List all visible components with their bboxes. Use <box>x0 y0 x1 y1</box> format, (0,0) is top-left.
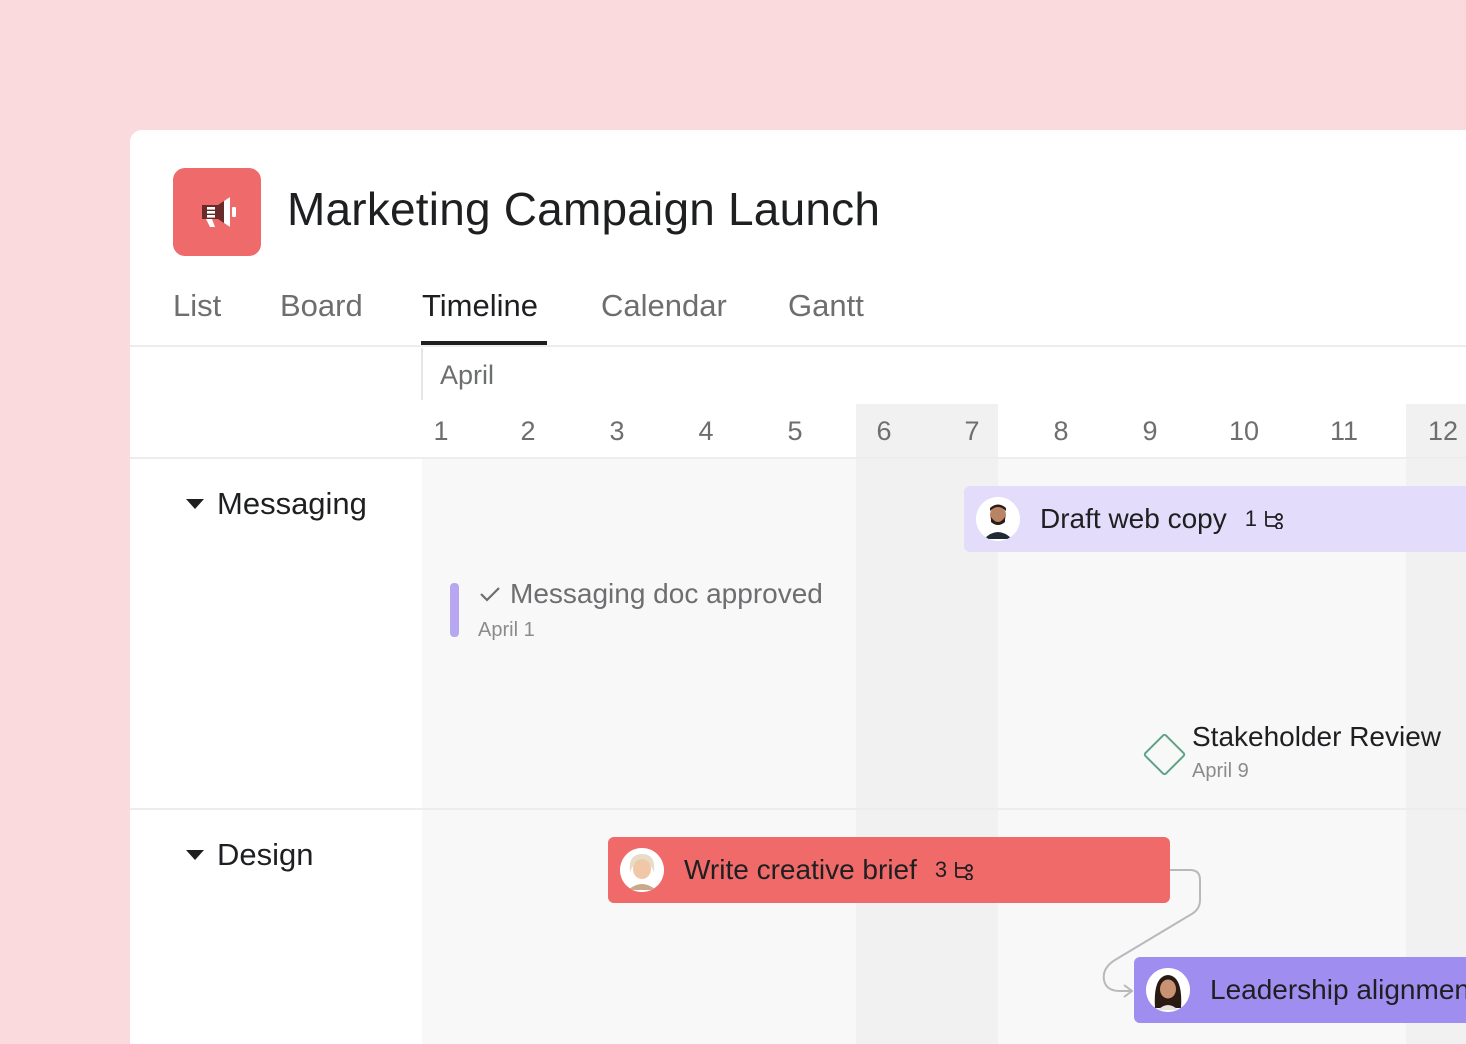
task-title: Draft web copy <box>1040 503 1227 534</box>
task-title: Leadership alignment <box>1210 974 1466 1005</box>
subtask-icon <box>1265 511 1283 529</box>
avatar[interactable] <box>1146 968 1190 1012</box>
person-avatar-icon <box>620 848 664 892</box>
task-bar-draft-web-copy[interactable]: Draft web copy 1 <box>964 486 1466 552</box>
avatar[interactable] <box>620 848 664 892</box>
task-bar-write-creative-brief[interactable]: Write creative brief 3 <box>608 837 1170 903</box>
day-label: 12 <box>1427 416 1459 446</box>
day-label: 9 <box>1142 416 1158 446</box>
tab-timeline[interactable]: Timeline <box>422 288 538 324</box>
project-panel: Marketing Campaign Launch List Board Tim… <box>130 130 1466 1044</box>
milestone-marker <box>450 583 459 637</box>
task-bar-leadership-alignment[interactable]: Leadership alignment <box>1134 957 1466 1023</box>
month-divider <box>421 348 423 400</box>
milestone-messaging-doc[interactable]: Messaging doc approved <box>478 578 823 610</box>
group-divider <box>130 808 1466 810</box>
day-label: 8 <box>1053 416 1069 446</box>
subtask-count: 1 <box>1245 506 1285 532</box>
milestone-date: April 9 <box>1192 760 1249 782</box>
person-avatar-icon <box>1146 968 1190 1012</box>
group-header-messaging[interactable]: Messaging <box>186 486 367 522</box>
day-label: 1 <box>433 416 449 446</box>
milestone-title: Messaging doc approved <box>510 578 823 609</box>
group-label: Design <box>217 837 314 872</box>
project-title: Marketing Campaign Launch <box>287 183 881 235</box>
person-avatar-icon <box>976 497 1020 541</box>
subtask-count: 3 <box>935 857 975 883</box>
day-label: 10 <box>1228 416 1260 446</box>
group-label: Messaging <box>217 486 367 521</box>
project-icon[interactable] <box>173 168 261 256</box>
day-label: 11 <box>1329 416 1359 446</box>
checkmark-icon <box>480 587 500 602</box>
month-label: April <box>440 360 495 390</box>
day-label: 3 <box>609 416 625 446</box>
tab-gantt[interactable]: Gantt <box>788 288 864 324</box>
caret-down-icon[interactable] <box>186 499 204 509</box>
task-title: Write creative brief <box>684 854 917 885</box>
megaphone-icon <box>202 197 236 227</box>
caret-down-icon[interactable] <box>186 850 204 860</box>
day-label: 7 <box>964 416 980 446</box>
tabs-divider <box>130 345 1466 347</box>
tab-calendar[interactable]: Calendar <box>601 288 727 324</box>
tab-board[interactable]: Board <box>280 288 363 324</box>
day-label: 6 <box>876 416 892 446</box>
avatar[interactable] <box>976 497 1020 541</box>
group-header-design[interactable]: Design <box>186 837 314 873</box>
subtask-count-value: 1 <box>1244 506 1257 531</box>
tab-list[interactable]: List <box>173 288 221 324</box>
day-label: 5 <box>787 416 803 446</box>
day-label: 4 <box>698 416 714 446</box>
subtask-icon <box>955 862 974 880</box>
header-divider <box>130 457 1466 459</box>
milestone-date: April 1 <box>478 619 535 641</box>
subtask-count-value: 3 <box>934 857 948 882</box>
milestone-stakeholder-review[interactable]: Stakeholder Review <box>1192 721 1441 753</box>
day-label: 2 <box>520 416 536 446</box>
